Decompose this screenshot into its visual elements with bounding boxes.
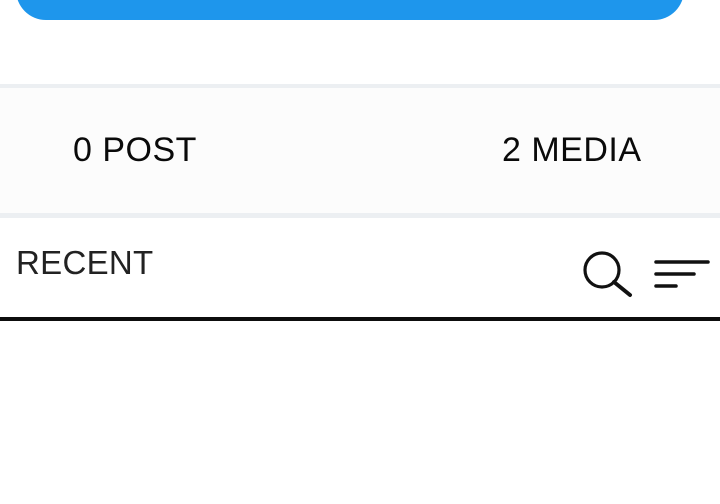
recent-title: RECENT xyxy=(16,244,154,281)
sort-filter-icon xyxy=(654,260,710,288)
stats-row: 0 POST 2 MEDIA xyxy=(0,88,720,213)
recent-content-area xyxy=(0,321,720,504)
primary-action-button[interactable] xyxy=(16,0,684,20)
search-button[interactable] xyxy=(578,248,640,298)
search-icon xyxy=(583,251,632,297)
media-count-tab[interactable]: 2 MEDIA xyxy=(502,88,642,213)
recent-header: RECENT xyxy=(0,218,720,318)
profile-screen: 0 POST 2 MEDIA RECENT xyxy=(0,0,720,504)
post-count-tab[interactable]: 0 POST xyxy=(73,88,197,213)
sort-filter-button[interactable] xyxy=(650,254,712,294)
